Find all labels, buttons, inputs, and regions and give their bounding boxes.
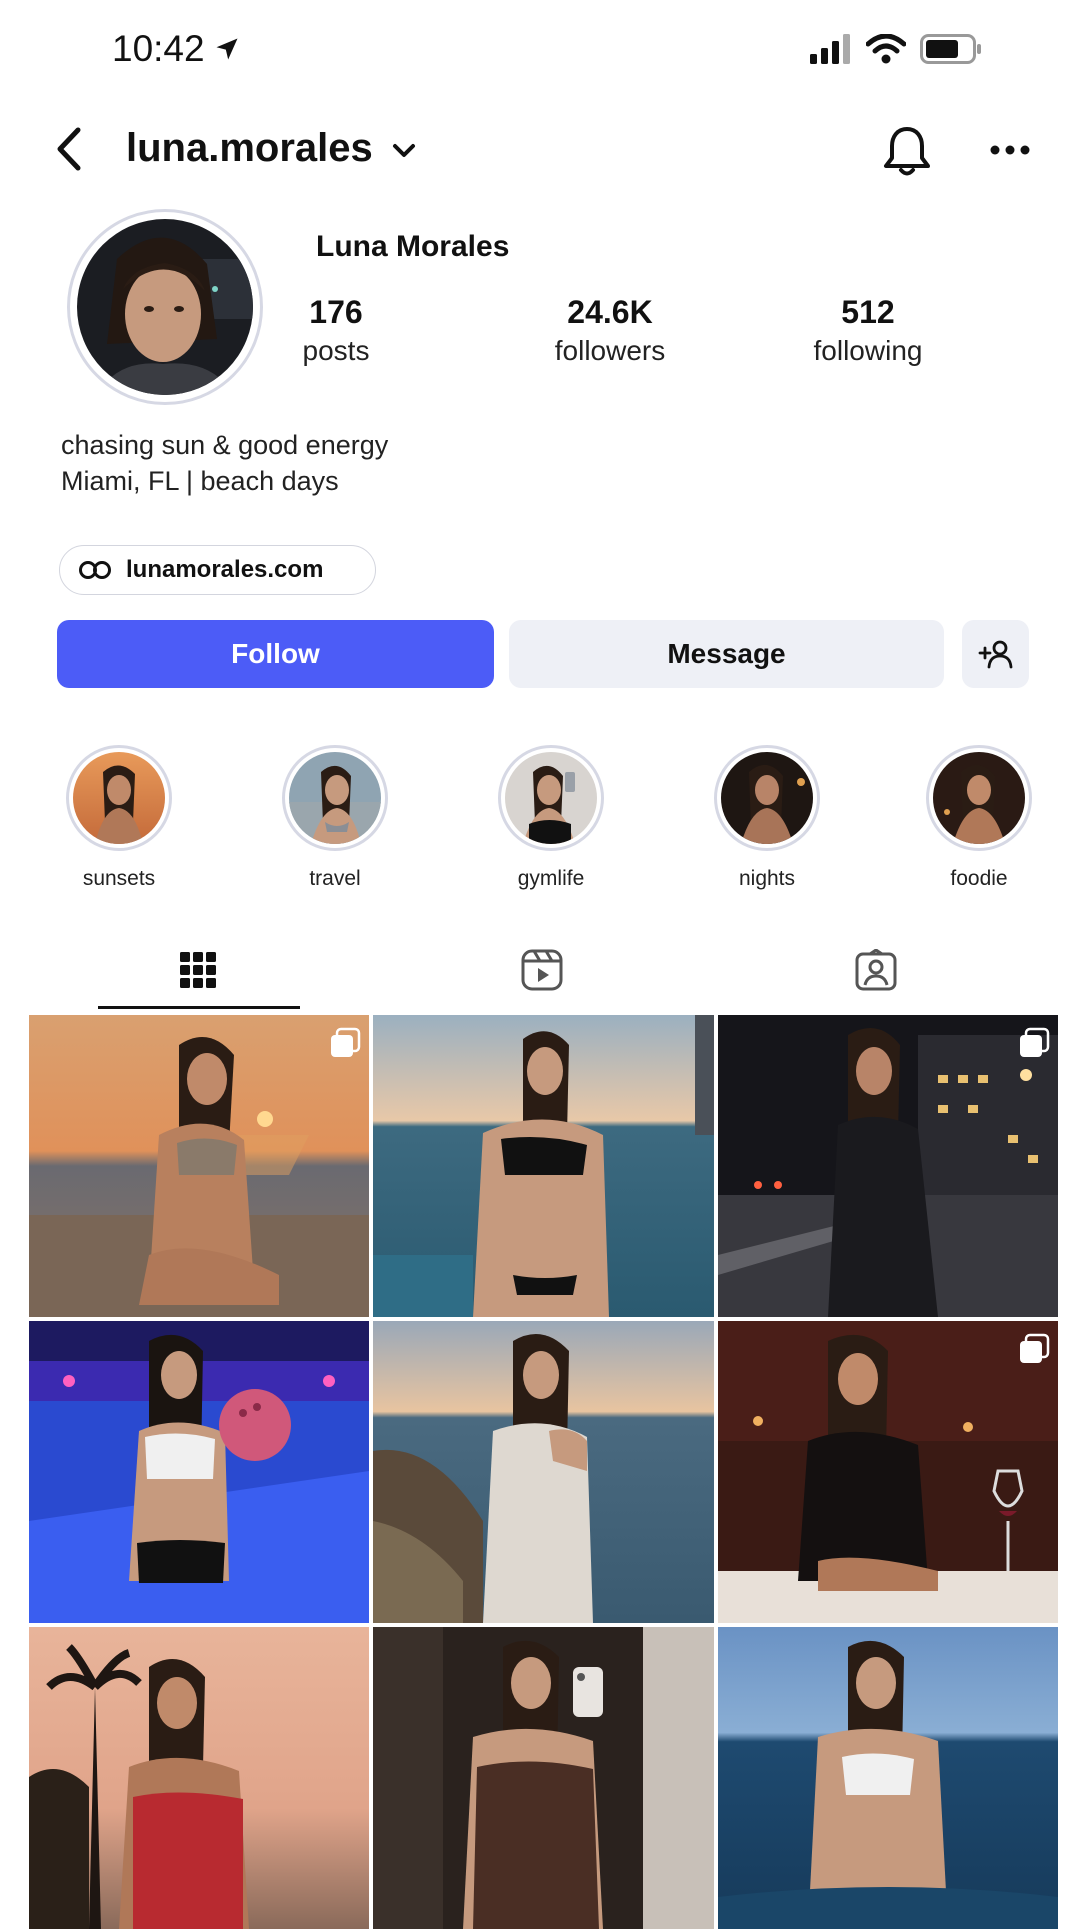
avatar-photo — [77, 219, 253, 395]
post-tile[interactable] — [29, 1015, 369, 1317]
post-tile[interactable] — [29, 1627, 369, 1929]
active-tab-indicator — [98, 1006, 300, 1009]
tab-tagged[interactable] — [846, 945, 906, 995]
highlight-ring — [714, 745, 820, 851]
profile-avatar[interactable] — [67, 209, 263, 405]
chevron-left-icon — [57, 127, 81, 171]
battery-icon — [920, 34, 981, 64]
post-image-mirror-selfie — [373, 1627, 714, 1929]
posts-grid — [29, 1015, 1058, 1929]
stat-following[interactable]: 512 following — [768, 294, 968, 367]
cellular-signal-icon — [810, 34, 850, 64]
highlight-label: sunsets — [82, 867, 156, 890]
stat-followers-label: followers — [554, 335, 666, 366]
highlight-cover — [721, 752, 813, 844]
highlight-ring — [498, 745, 604, 851]
highlight-nights[interactable]: nights — [712, 745, 822, 891]
stat-following-label: following — [813, 335, 923, 366]
profile-link[interactable]: lunamorales.com — [59, 545, 376, 595]
notifications-button[interactable] — [882, 124, 932, 183]
highlight-ring — [282, 745, 388, 851]
bio-line-1: chasing sun & good energy — [61, 430, 389, 460]
highlight-nights-image — [721, 752, 813, 844]
post-tile[interactable] — [373, 1627, 714, 1929]
multiple-photos-icon — [331, 1027, 361, 1057]
highlight-travel-image — [289, 752, 381, 844]
status-icons — [810, 34, 982, 64]
multiple-photos-icon — [1020, 1027, 1050, 1057]
location-arrow-icon — [216, 38, 238, 60]
highlight-sunsets-image — [73, 752, 165, 844]
back-button[interactable] — [52, 126, 88, 172]
highlight-label: gymlife — [517, 867, 585, 890]
bio-line-2: Miami, FL | beach days — [61, 466, 339, 496]
highlight-sunsets[interactable]: sunsets — [64, 745, 174, 891]
stat-followers-value: 24.6K — [567, 294, 653, 330]
post-tile[interactable] — [29, 1321, 369, 1623]
post-image-city-night — [718, 1015, 1058, 1317]
message-button[interactable]: Message — [509, 620, 944, 688]
stat-posts[interactable]: 176 posts — [236, 294, 436, 367]
highlight-gymlife[interactable]: gymlife — [496, 745, 606, 891]
stat-posts-label: posts — [302, 335, 370, 366]
highlight-label: nights — [738, 867, 796, 890]
highlight-foodie[interactable]: foodie — [924, 745, 1034, 891]
post-image-coastline — [373, 1321, 714, 1623]
account-switcher-button[interactable] — [392, 142, 416, 165]
post-tile[interactable] — [718, 1627, 1058, 1929]
highlight-label: travel — [309, 867, 361, 890]
chevron-down-icon — [393, 144, 415, 157]
highlight-cover — [505, 752, 597, 844]
reels-icon — [521, 949, 563, 991]
post-tile[interactable] — [718, 1015, 1058, 1317]
highlight-foodie-image — [933, 752, 1025, 844]
add-user-icon — [978, 640, 1012, 669]
clock-text: 10:42 — [112, 28, 205, 69]
post-image-bowling-alley — [29, 1321, 369, 1623]
stat-posts-value: 176 — [309, 294, 363, 330]
status-bar-time: 10:42 — [112, 28, 241, 70]
avatar-portrait-image — [77, 219, 253, 395]
highlight-cover — [933, 752, 1025, 844]
wifi-icon — [866, 34, 906, 64]
profile-display-name: Luna Morales — [316, 230, 510, 263]
highlight-cover — [73, 752, 165, 844]
highlight-gymlife-image — [505, 752, 597, 844]
link-icon — [79, 561, 111, 579]
post-image-restaurant-dinner — [718, 1321, 1058, 1623]
highlight-ring — [66, 745, 172, 851]
stat-following-value: 512 — [841, 294, 895, 330]
follow-button[interactable]: Follow — [57, 620, 494, 688]
highlight-label: foodie — [950, 867, 1008, 890]
post-image-ocean-swim — [718, 1627, 1058, 1929]
post-tile[interactable] — [718, 1321, 1058, 1623]
more-horizontal-icon — [990, 145, 1030, 155]
highlight-cover — [289, 752, 381, 844]
bell-icon — [884, 127, 930, 176]
post-image-infinity-pool — [373, 1015, 714, 1317]
post-tile[interactable] — [373, 1015, 714, 1317]
tab-reels[interactable] — [512, 945, 572, 995]
profile-username[interactable]: luna.morales — [126, 126, 373, 171]
highlight-travel[interactable]: travel — [280, 745, 390, 891]
tagged-user-icon — [855, 949, 897, 991]
more-options-button[interactable] — [990, 140, 1030, 165]
grid-icon — [180, 952, 216, 988]
profile-link-text: lunamorales.com — [126, 556, 324, 583]
stat-followers[interactable]: 24.6K followers — [510, 294, 710, 367]
suggested-users-button[interactable] — [962, 620, 1029, 688]
highlight-ring — [926, 745, 1032, 851]
post-image-palm-sunset — [29, 1627, 369, 1929]
multiple-photos-icon — [1020, 1333, 1050, 1363]
post-tile[interactable] — [373, 1321, 714, 1623]
post-image-beach-sunset — [29, 1015, 369, 1317]
tab-posts-grid[interactable] — [168, 945, 228, 995]
